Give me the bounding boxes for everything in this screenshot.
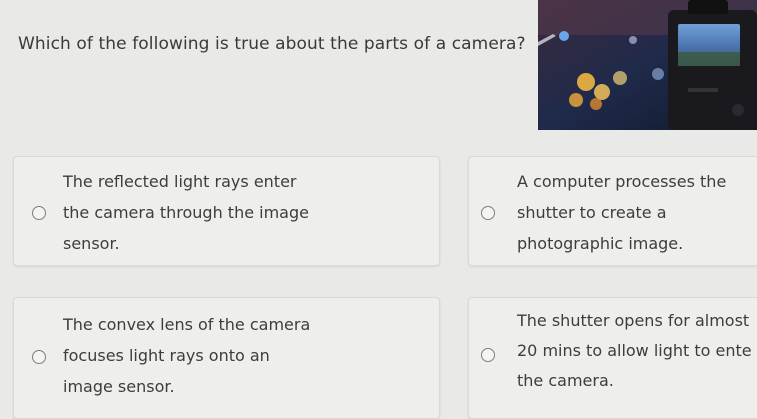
radio-button[interactable] bbox=[32, 350, 46, 364]
radio-button[interactable] bbox=[481, 348, 495, 362]
option-text: The reflected light rays enter the camer… bbox=[63, 172, 309, 253]
radio-button[interactable] bbox=[32, 206, 46, 220]
answer-option-3[interactable]: The convex lens of the camera focuses li… bbox=[13, 297, 440, 419]
option-text: The convex lens of the camera focuses li… bbox=[63, 315, 311, 396]
camera-photo bbox=[538, 0, 757, 130]
option-text: The shutter opens for almost 20 mins to … bbox=[517, 311, 752, 390]
radio-button[interactable] bbox=[481, 206, 495, 220]
option-text: A computer processes the shutter to crea… bbox=[517, 172, 727, 253]
answer-option-4[interactable]: The shutter opens for almost 20 mins to … bbox=[468, 297, 757, 419]
answer-option-2[interactable]: A computer processes the shutter to crea… bbox=[468, 156, 757, 266]
answer-option-1[interactable]: The reflected light rays enter the camer… bbox=[13, 156, 440, 266]
question-text: Which of the following is true about the… bbox=[18, 34, 526, 54]
